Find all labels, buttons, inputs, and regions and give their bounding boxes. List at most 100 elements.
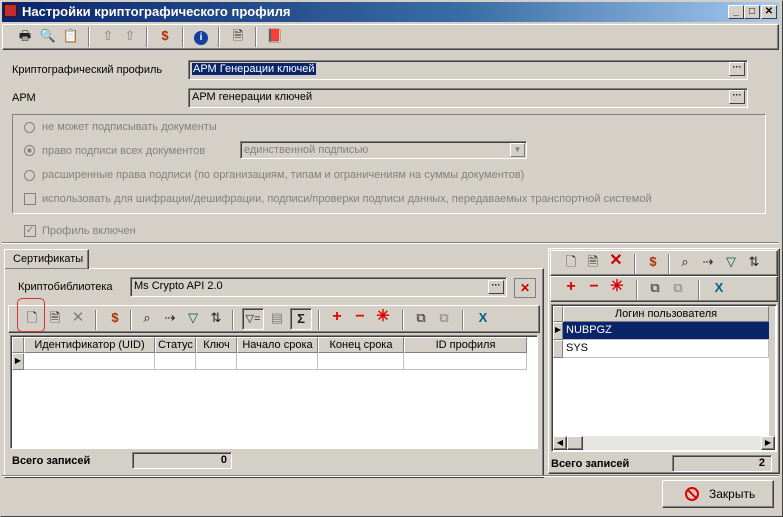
sum-icon[interactable]: Σ — [290, 308, 312, 330]
table-cell[interactable] — [237, 353, 318, 370]
table-cell[interactable] — [404, 353, 527, 370]
binoculars-icon[interactable]: ⌕ — [674, 252, 696, 274]
table-cell[interactable] — [155, 353, 196, 370]
new-document-icon[interactable]: 🗋 — [21, 308, 43, 330]
table-cell[interactable] — [196, 353, 237, 370]
excel-export-icon[interactable]: X — [472, 308, 494, 330]
group-icon[interactable]: ▤ — [266, 308, 288, 330]
cryptolib-value: Ms Crypto API 2.0 — [134, 280, 223, 292]
toolbar-separator — [95, 310, 97, 330]
toolbar-separator — [146, 27, 148, 47]
app-icon — [4, 4, 17, 17]
profile-value: АРМ Генерации ключей — [192, 63, 316, 75]
arm-lookup-button[interactable]: ··· — [729, 90, 745, 104]
row-pointer-icon: ▶ — [12, 353, 24, 370]
arm-value: АРМ генерации ключей — [192, 91, 313, 103]
preview-icon[interactable]: 🔍 — [37, 26, 59, 48]
info-icon[interactable]: i — [190, 26, 212, 48]
paste-icon[interactable]: ⧉ — [433, 308, 455, 330]
table-cell[interactable] — [24, 353, 155, 370]
close-window-button[interactable]: ✕ — [761, 5, 777, 19]
find-next-icon[interactable]: ⇢ — [159, 308, 181, 330]
close-button-label: Закрыть — [709, 487, 756, 501]
paste-icon[interactable]: ⧉ — [667, 278, 689, 300]
new-document-icon[interactable]: 🗋 — [560, 252, 582, 274]
toolbar-separator — [634, 254, 636, 274]
minus-icon[interactable]: − — [583, 277, 605, 299]
toolbar-separator — [402, 310, 404, 330]
book-icon[interactable]: 📕 — [264, 26, 286, 48]
plus-icon[interactable]: + — [326, 307, 348, 329]
col-user-login[interactable]: Логин пользователя — [563, 306, 769, 322]
find-next-icon[interactable]: ⇢ — [697, 252, 719, 274]
clear-filter-icon[interactable]: ✕ — [514, 278, 536, 298]
radio-sign-all[interactable] — [24, 145, 35, 156]
horizontal-scrollbar[interactable] — [553, 436, 775, 450]
plus-icon[interactable]: + — [560, 277, 582, 299]
splitter[interactable] — [2, 242, 779, 244]
scroll-right-icon[interactable]: ▶ — [761, 436, 775, 450]
col-profile-id[interactable]: ID профиля — [404, 337, 527, 353]
refresh-icon[interactable]: $ — [642, 252, 664, 274]
profile-field[interactable]: АРМ Генерации ключей — [188, 60, 748, 80]
close-button[interactable]: Закрыть — [662, 480, 774, 508]
export-icon[interactable]: 📋 — [60, 26, 82, 48]
profile-lookup-button[interactable]: ··· — [729, 62, 745, 76]
sort-icon[interactable]: ⇅ — [743, 252, 765, 274]
col-uid[interactable]: Идентификатор (UID) — [24, 337, 155, 353]
scroll-left-icon[interactable]: ◀ — [553, 436, 567, 450]
print-icon[interactable]: 🖶 — [14, 26, 36, 48]
scroll-thumb[interactable] — [567, 436, 583, 450]
copy-icon[interactable]: ⧉ — [644, 278, 666, 300]
toolbar-separator — [698, 280, 700, 300]
col-start[interactable]: Начало срока — [237, 337, 318, 353]
refresh-icon[interactable]: $ — [154, 26, 176, 48]
arrow-up-alt-icon[interactable]: ⇧ — [119, 26, 141, 48]
maximize-button[interactable]: □ — [744, 5, 760, 19]
copy-icon[interactable]: ⧉ — [410, 308, 432, 330]
checkbox-encrypt[interactable] — [24, 193, 36, 205]
sort-icon[interactable]: ⇅ — [205, 308, 227, 330]
asterisk-icon[interactable]: ✳ — [606, 277, 628, 299]
asterisk-icon[interactable]: ✳ — [372, 307, 394, 329]
delete-icon[interactable]: ✕ — [605, 251, 627, 273]
col-end[interactable]: Конец срока — [318, 337, 404, 353]
toolbar-separator — [255, 27, 257, 47]
sign-mode-select[interactable]: единственной подписью — [240, 141, 527, 159]
footer-divider — [2, 475, 779, 477]
refresh-icon[interactable]: $ — [104, 308, 126, 330]
cryptolib-field[interactable]: Ms Crypto API 2.0 — [130, 277, 507, 297]
minus-icon[interactable]: − — [349, 307, 371, 329]
filter-icon[interactable]: ▽ — [720, 252, 742, 274]
arm-label: АРМ — [12, 92, 36, 104]
col-status[interactable]: Статус — [155, 337, 196, 353]
binoculars-icon[interactable]: ⌕ — [136, 308, 158, 330]
certs-total-label: Всего записей — [12, 455, 91, 467]
edit-document-icon[interactable]: 🗎 — [44, 308, 66, 330]
report-icon[interactable]: 🗎 — [227, 26, 249, 48]
delete-icon[interactable]: ✕ — [67, 308, 89, 330]
edit-document-icon[interactable]: 🗎 — [582, 252, 604, 274]
title-bar: Настройки криптографического профиля — [2, 2, 779, 22]
checkbox-profile-enabled[interactable]: ✓ — [24, 225, 36, 237]
filter-icon[interactable]: ▽ — [182, 308, 204, 330]
chk-profile-enabled-label: Профиль включен — [42, 225, 136, 237]
radio-extended[interactable] — [24, 170, 35, 181]
table-row[interactable]: NUBPGZ — [563, 322, 769, 340]
users-total-label: Всего записей — [551, 458, 630, 470]
filter-equals-icon[interactable]: ▽= — [242, 308, 264, 330]
cryptolib-lookup-button[interactable]: ··· — [488, 280, 504, 294]
excel-export-icon[interactable]: X — [708, 278, 730, 300]
chevron-down-icon[interactable]: ▼ — [510, 143, 525, 157]
table-row[interactable]: SYS — [563, 340, 769, 358]
row-pointer-icon: ▶ — [553, 322, 563, 340]
arrow-up-icon[interactable]: ⇧ — [97, 26, 119, 48]
table-cell[interactable] — [318, 353, 404, 370]
cryptolib-label: Криптобиблиотека — [18, 281, 113, 293]
col-key[interactable]: Ключ — [196, 337, 237, 353]
radio-cannot-sign[interactable] — [24, 122, 35, 133]
arm-field[interactable]: АРМ генерации ключей — [188, 88, 748, 108]
minimize-button[interactable]: _ — [728, 5, 744, 19]
tab-certificates[interactable]: Сертификаты — [4, 249, 89, 269]
toolbar-separator — [636, 280, 638, 300]
